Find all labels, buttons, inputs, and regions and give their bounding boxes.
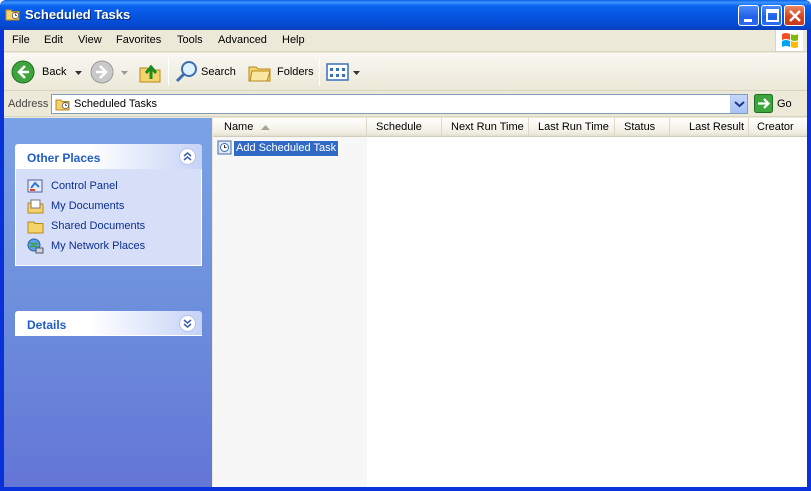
other-places-list: Control Panel My Documents Shared Docume… bbox=[15, 169, 202, 266]
toolbar-separator bbox=[168, 58, 169, 86]
column-label: Last Run Time bbox=[538, 121, 609, 133]
place-shared-documents[interactable]: Shared Documents bbox=[16, 217, 201, 237]
menu-bar: File Edit View Favorites Tools Advanced … bbox=[4, 30, 807, 52]
views-button[interactable] bbox=[325, 59, 361, 85]
chevron-down-icon bbox=[121, 71, 128, 75]
column-header-next-run-time[interactable]: Next Run Time bbox=[442, 118, 529, 137]
chevron-up-double-icon bbox=[183, 152, 192, 161]
address-dropdown-button[interactable] bbox=[730, 95, 747, 113]
close-button[interactable] bbox=[784, 5, 805, 26]
window-bottom-border bbox=[0, 487, 811, 491]
back-arrow-icon bbox=[11, 60, 35, 84]
task-pane: Other Places Control Panel My Documents … bbox=[4, 118, 212, 491]
menu-help[interactable]: Help bbox=[282, 34, 305, 46]
window-client-area: File Edit View Favorites Tools Advanced … bbox=[4, 30, 807, 491]
address-bar: Address Scheduled Tasks Go bbox=[4, 92, 807, 117]
column-header-row: Name Schedule Next Run Time Last Run Tim… bbox=[213, 118, 807, 137]
other-places-header[interactable]: Other Places bbox=[15, 144, 202, 169]
control-panel-icon bbox=[27, 178, 44, 195]
close-icon bbox=[789, 10, 801, 22]
column-header-status[interactable]: Status bbox=[615, 118, 670, 137]
minimize-button[interactable] bbox=[738, 5, 759, 26]
place-my-network-places[interactable]: My Network Places bbox=[16, 237, 201, 257]
place-label: My Documents bbox=[51, 200, 125, 212]
menu-advanced[interactable]: Advanced bbox=[218, 34, 267, 46]
sorted-column-background bbox=[213, 137, 367, 491]
chevron-down-icon bbox=[75, 71, 82, 75]
folders-button[interactable]: Folders bbox=[247, 59, 315, 85]
maximize-button[interactable] bbox=[761, 5, 782, 26]
chevron-down-double-icon bbox=[183, 319, 192, 328]
column-label: Status bbox=[624, 121, 656, 133]
sort-ascending-icon bbox=[261, 125, 270, 130]
file-list-view[interactable]: Name Schedule Next Run Time Last Run Tim… bbox=[213, 118, 807, 491]
details-header[interactable]: Details bbox=[15, 311, 202, 336]
menu-file[interactable]: File bbox=[12, 34, 30, 46]
address-label: Address bbox=[8, 98, 49, 110]
up-folder-icon bbox=[139, 64, 161, 83]
menu-edit[interactable]: Edit bbox=[44, 34, 63, 46]
window-title: Scheduled Tasks bbox=[25, 7, 131, 22]
views-icon bbox=[326, 63, 349, 81]
column-label: Next Run Time bbox=[451, 121, 524, 133]
chevron-down-icon bbox=[353, 71, 360, 75]
menu-view[interactable]: View bbox=[78, 34, 102, 46]
my-documents-icon bbox=[27, 198, 44, 215]
panel-title: Details bbox=[27, 318, 67, 332]
standard-toolbar: Back Search Folders bbox=[4, 53, 807, 91]
collapse-button[interactable] bbox=[179, 148, 196, 165]
menu-tools[interactable]: Tools bbox=[177, 34, 203, 46]
scheduled-tasks-folder-icon bbox=[5, 6, 21, 22]
add-scheduled-task-icon bbox=[217, 140, 233, 156]
panel-title: Other Places bbox=[27, 151, 101, 165]
folders-icon bbox=[248, 66, 271, 82]
other-places-panel: Other Places Control Panel My Documents … bbox=[15, 144, 202, 266]
address-value: Scheduled Tasks bbox=[74, 98, 157, 110]
folders-label: Folders bbox=[277, 66, 314, 78]
search-button[interactable]: Search bbox=[174, 59, 242, 85]
network-places-icon bbox=[27, 238, 44, 255]
menu-favorites[interactable]: Favorites bbox=[116, 34, 161, 46]
windows-flag-icon bbox=[782, 33, 798, 48]
place-my-documents[interactable]: My Documents bbox=[16, 197, 201, 217]
maximize-icon bbox=[766, 9, 779, 22]
place-label: Shared Documents bbox=[51, 220, 146, 232]
column-label: Name bbox=[224, 121, 254, 133]
toolbar-separator bbox=[319, 58, 320, 86]
go-button[interactable]: Go bbox=[754, 94, 804, 114]
column-label: Last Result bbox=[689, 121, 745, 133]
column-header-last-result[interactable]: Last Result bbox=[670, 118, 749, 137]
place-label: My Network Places bbox=[51, 240, 146, 252]
go-label: Go bbox=[777, 98, 792, 110]
explorer-window: Scheduled Tasks File Edit View Favorites… bbox=[0, 0, 811, 491]
windows-logo bbox=[775, 30, 803, 51]
column-header-creator[interactable]: Creator bbox=[749, 118, 807, 137]
column-header-last-run-time[interactable]: Last Run Time bbox=[529, 118, 615, 137]
minimize-icon bbox=[744, 19, 752, 22]
back-label: Back bbox=[42, 66, 67, 78]
expand-button[interactable] bbox=[179, 315, 196, 332]
search-label: Search bbox=[201, 66, 236, 78]
place-control-panel[interactable]: Control Panel bbox=[16, 177, 201, 197]
chevron-down-icon bbox=[734, 101, 745, 108]
up-folder-button[interactable] bbox=[137, 59, 163, 85]
go-arrow-icon bbox=[754, 94, 773, 113]
column-label: Schedule bbox=[376, 121, 422, 133]
forward-arrow-icon bbox=[90, 60, 114, 84]
details-panel: Details bbox=[15, 311, 202, 336]
column-header-schedule[interactable]: Schedule bbox=[367, 118, 442, 137]
forward-button[interactable] bbox=[89, 59, 131, 85]
column-label: Creator bbox=[757, 121, 794, 133]
shared-folder-icon bbox=[27, 218, 44, 235]
address-input[interactable]: Scheduled Tasks bbox=[51, 94, 748, 114]
title-bar[interactable]: Scheduled Tasks bbox=[0, 0, 811, 30]
place-label: Control Panel bbox=[51, 180, 118, 192]
back-button[interactable]: Back bbox=[10, 59, 84, 85]
list-item-label: Add Scheduled Task bbox=[232, 140, 340, 157]
search-icon bbox=[175, 61, 197, 83]
column-header-name[interactable]: Name bbox=[213, 118, 367, 137]
scheduled-tasks-folder-icon bbox=[55, 96, 71, 115]
